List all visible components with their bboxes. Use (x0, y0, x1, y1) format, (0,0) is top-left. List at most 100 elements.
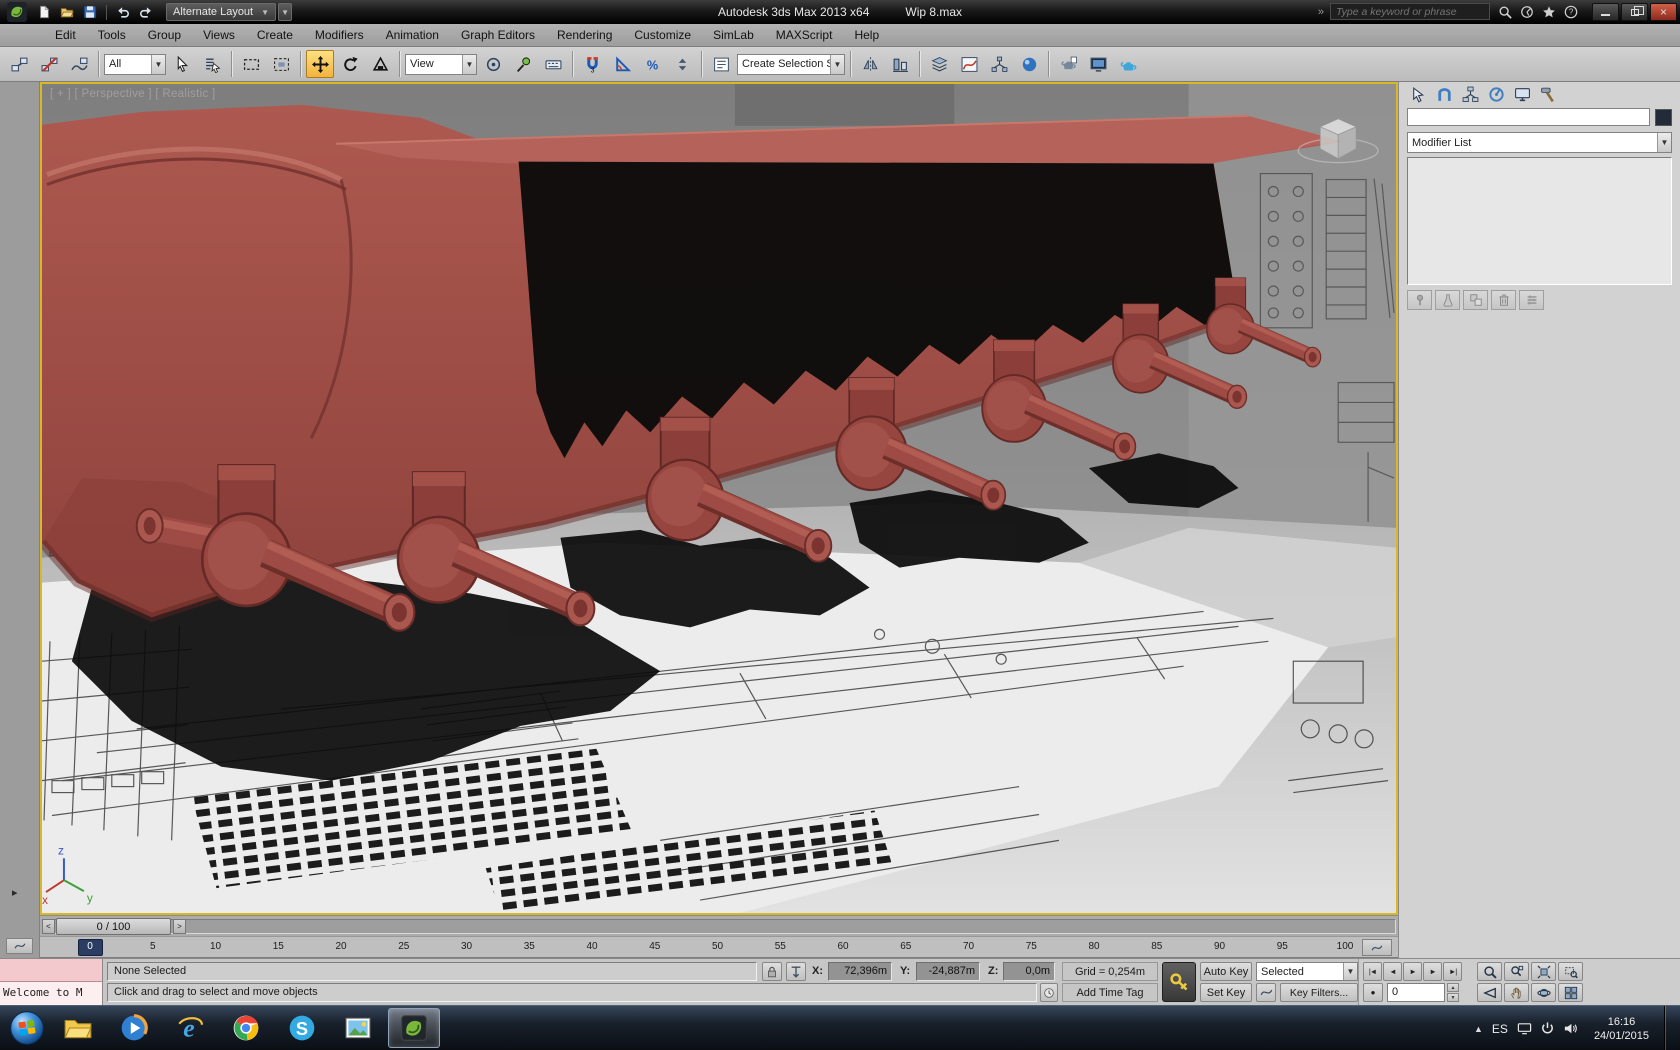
communication-center-icon[interactable] (1518, 3, 1536, 20)
object-name-field[interactable] (1407, 108, 1650, 126)
zoom-region-button[interactable] (1558, 962, 1583, 981)
chevron-down-icon[interactable]: ▼ (1343, 963, 1357, 980)
object-color-swatch[interactable] (1655, 108, 1672, 126)
photo-viewer-icon[interactable] (332, 1008, 384, 1048)
zoom-button[interactable] (1477, 962, 1502, 981)
select-and-link-icon[interactable] (5, 50, 33, 78)
skype-icon[interactable]: S (276, 1008, 328, 1048)
snaps-toggle-icon[interactable]: 3 (578, 50, 606, 78)
display-tab[interactable] (1511, 85, 1533, 105)
close-button[interactable]: × (1650, 3, 1677, 21)
mirror-icon[interactable] (856, 50, 884, 78)
viewport-perspective[interactable]: z x y [ + ] [ Perspective ] [ Realistic … (40, 82, 1398, 915)
menu-customize[interactable]: Customize (623, 25, 702, 45)
named-selection-sets-dropdown[interactable]: Create Selection Se▼ (737, 53, 845, 75)
menu-help[interactable]: Help (843, 25, 890, 45)
modifier-stack-list[interactable] (1407, 157, 1672, 285)
render-production-icon[interactable] (1114, 50, 1142, 78)
spinner-up-icon[interactable]: ▲ (1447, 983, 1459, 992)
chevron-down-icon[interactable]: ▼ (151, 54, 165, 74)
media-player-icon[interactable] (108, 1008, 160, 1048)
menu-edit[interactable]: Edit (44, 25, 87, 45)
chevron-down-icon[interactable]: ▼ (1657, 133, 1671, 152)
hierarchy-tab[interactable] (1459, 85, 1481, 105)
maximize-viewport-button[interactable] (1558, 983, 1583, 1002)
start-button[interactable] (8, 1009, 46, 1047)
menu-simlab[interactable]: SimLab (702, 25, 765, 45)
save-file-icon[interactable] (80, 3, 100, 21)
material-editor-icon[interactable] (1015, 50, 1043, 78)
menu-graph-editors[interactable]: Graph Editors (450, 25, 546, 45)
show-end-result-button[interactable] (1435, 290, 1460, 310)
configure-modifier-sets-button[interactable] (1519, 290, 1544, 310)
show-desktop-button[interactable] (1664, 1006, 1678, 1050)
select-by-name-icon[interactable] (198, 50, 226, 78)
keyboard-shortcut-override-icon[interactable] (539, 50, 567, 78)
menu-group[interactable]: Group (137, 25, 192, 45)
bind-to-space-warp-icon[interactable] (65, 50, 93, 78)
menu-maxscript[interactable]: MAXScript (765, 25, 844, 45)
time-slider-track[interactable] (42, 919, 1396, 934)
reference-coordinate-dropdown[interactable]: View ▼ (405, 53, 477, 75)
select-object-icon[interactable] (168, 50, 196, 78)
selection-filter-dropdown[interactable]: All ▼ (104, 53, 166, 75)
redo-icon[interactable] (136, 3, 156, 21)
frame-spinner[interactable]: ▲ ▼ (1447, 983, 1459, 1002)
menu-modifiers[interactable]: Modifiers (304, 25, 375, 45)
create-tab[interactable] (1407, 85, 1429, 105)
zoom-all-button[interactable] (1504, 962, 1529, 981)
time-tag-icon[interactable] (1040, 983, 1058, 1002)
display-icon[interactable] (1517, 1021, 1533, 1037)
restore-button[interactable] (1621, 3, 1648, 21)
next-frame-button[interactable]: ► (1423, 962, 1442, 981)
workspace-layout-options-button[interactable]: ▼ (278, 3, 293, 21)
search-icon[interactable] (1496, 3, 1514, 20)
absolute-offset-toggle[interactable] (786, 962, 806, 981)
previous-frame-arrow[interactable]: < (42, 919, 55, 934)
tray-expand-icon[interactable]: ▲ (1474, 1024, 1483, 1034)
pin-stack-button[interactable] (1407, 290, 1432, 310)
chrome-icon[interactable] (220, 1008, 272, 1048)
listener-line[interactable]: Welcome to M (0, 982, 102, 1005)
motion-tab[interactable] (1485, 85, 1507, 105)
chevron-down-icon[interactable]: ▼ (830, 54, 844, 74)
add-time-tag[interactable]: Add Time Tag (1062, 983, 1158, 1002)
chevron-down-icon[interactable]: ▼ (462, 54, 476, 74)
macro-recorder-line[interactable] (0, 959, 102, 982)
select-and-scale-icon[interactable] (366, 50, 394, 78)
y-coordinate-field[interactable]: -24,887m (916, 962, 980, 981)
modifier-list-dropdown[interactable]: Modifier List ▼ (1407, 132, 1672, 153)
infocenter-search-input[interactable] (1330, 3, 1490, 20)
viewport-label-menus[interactable]: [ + ] [ Perspective ] [ Realistic ] (50, 88, 216, 100)
open-mini-curve-editor-button[interactable] (1362, 939, 1392, 956)
menu-animation[interactable]: Animation (375, 25, 450, 45)
help-icon[interactable]: ? (1562, 3, 1580, 20)
set-keys-button[interactable] (1162, 962, 1196, 1002)
percent-snap-toggle-icon[interactable]: % (638, 50, 666, 78)
taskbar-clock[interactable]: 16:16 24/01/2015 (1588, 1015, 1655, 1043)
menu-create[interactable]: Create (246, 25, 304, 45)
z-coordinate-field[interactable]: 0,0m (1003, 962, 1055, 981)
x-coordinate-field[interactable]: 72,396m (828, 962, 892, 981)
utilities-tab[interactable] (1537, 85, 1559, 105)
favorites-star-icon[interactable] (1540, 3, 1558, 20)
menu-views[interactable]: Views (192, 25, 246, 45)
next-frame-arrow[interactable]: > (173, 919, 186, 934)
play-animation-button[interactable]: ► (1403, 962, 1422, 981)
open-file-icon[interactable] (57, 3, 77, 21)
unlink-selection-icon[interactable] (35, 50, 63, 78)
default-in-out-tangents-button[interactable] (1256, 983, 1276, 1002)
mini-curve-editor-button[interactable] (6, 938, 33, 954)
remove-modifier-button[interactable] (1491, 290, 1516, 310)
select-and-manipulate-icon[interactable] (509, 50, 537, 78)
orbit-button[interactable] (1531, 983, 1556, 1002)
render-setup-icon[interactable] (1054, 50, 1082, 78)
go-to-end-button[interactable]: ►| (1443, 962, 1462, 981)
3ds-max-icon[interactable] (388, 1008, 440, 1048)
rectangular-selection-region-icon[interactable] (237, 50, 265, 78)
select-and-rotate-icon[interactable] (336, 50, 364, 78)
angle-snap-toggle-icon[interactable] (608, 50, 636, 78)
use-pivot-point-center-icon[interactable] (479, 50, 507, 78)
infocenter-expand-icon[interactable]: » (1318, 6, 1324, 18)
menu-tools[interactable]: Tools (87, 25, 137, 45)
